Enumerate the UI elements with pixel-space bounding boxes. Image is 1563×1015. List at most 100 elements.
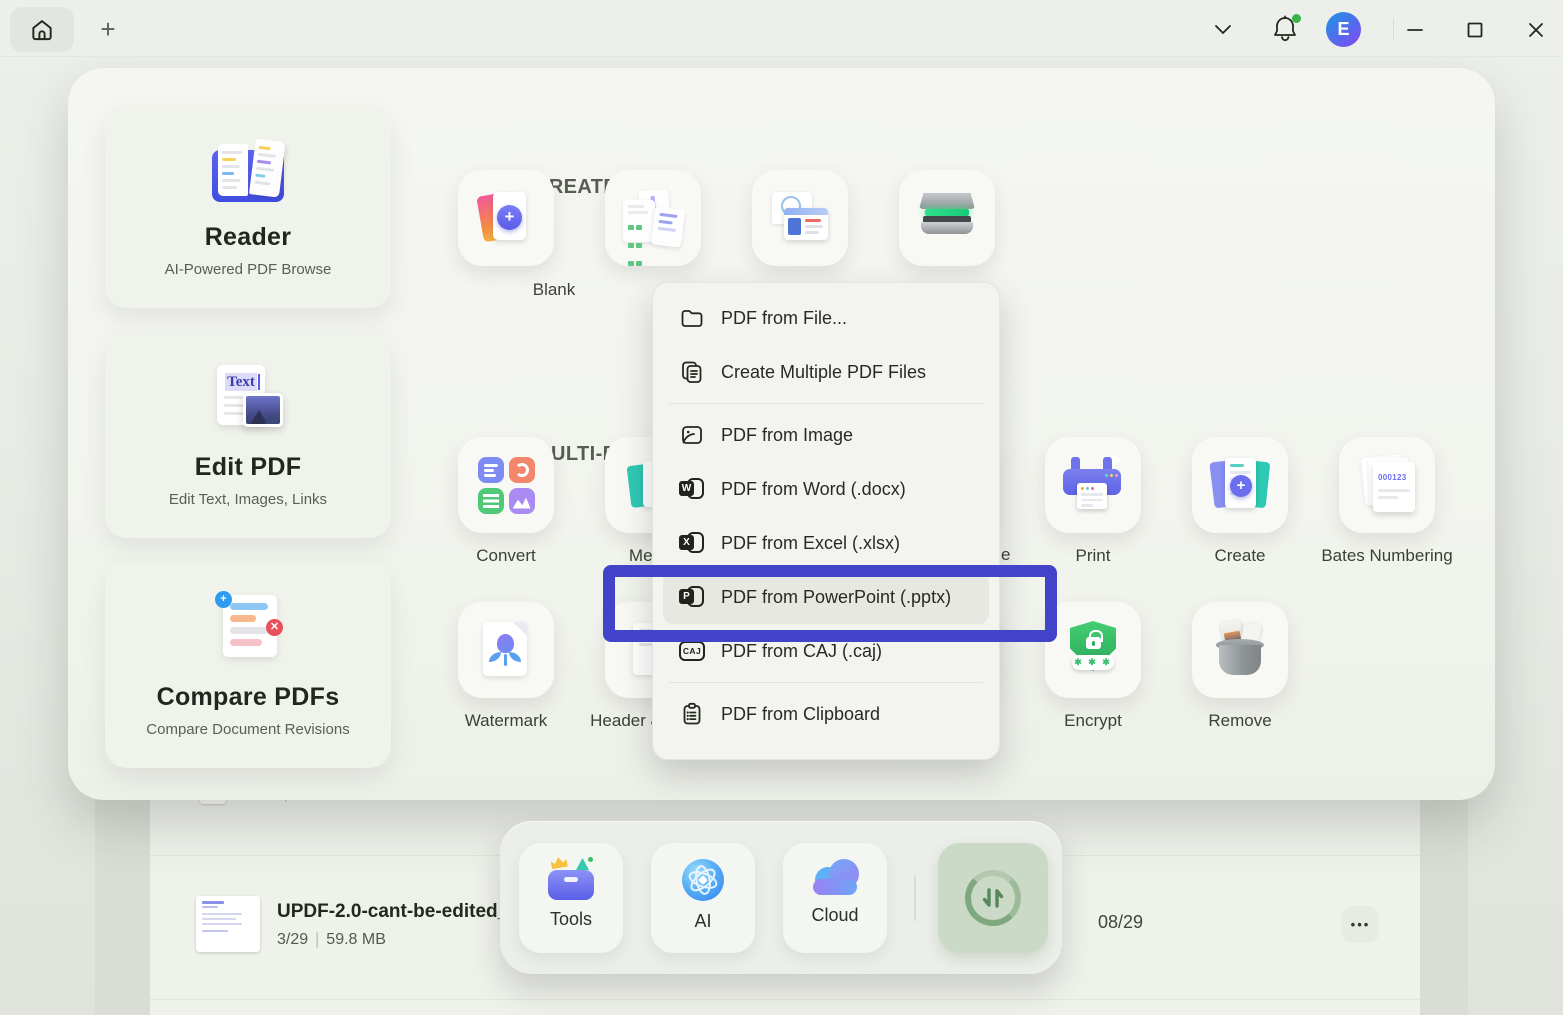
powerpoint-icon: P bbox=[679, 584, 705, 610]
create-scanner-tile[interactable] bbox=[899, 170, 995, 266]
dock-label: AI bbox=[694, 911, 711, 932]
word-icon: W bbox=[679, 476, 705, 502]
encrypt-icon: ✱ ✱ ✱ bbox=[1064, 621, 1122, 679]
recent-file-thumbnail[interactable] bbox=[196, 896, 260, 952]
more-options-button[interactable]: ••• bbox=[1342, 906, 1379, 943]
menu-item-pdf-from-file[interactable]: PDF from File... bbox=[653, 291, 999, 345]
added-pin-icon: + bbox=[215, 591, 232, 608]
minimize-icon bbox=[1405, 20, 1425, 40]
menu-item-label: PDF from Image bbox=[721, 425, 853, 446]
folder-icon bbox=[679, 305, 705, 331]
op-convert-tile[interactable] bbox=[458, 437, 554, 533]
maximize-icon bbox=[1465, 20, 1485, 40]
card-title: Reader bbox=[105, 223, 391, 252]
excel-icon: X bbox=[679, 530, 705, 556]
caj-icon: CAJ bbox=[679, 638, 705, 664]
tools-icon bbox=[547, 857, 595, 901]
op-watermark-tile[interactable] bbox=[458, 602, 554, 698]
menu-item-label: PDF from CAJ (.caj) bbox=[721, 641, 882, 662]
bottom-dock: Tools AI Cloud bbox=[500, 821, 1062, 974]
clipboard-icon bbox=[679, 701, 705, 727]
list-divider bbox=[150, 999, 1420, 1000]
chevron-down-icon bbox=[1212, 22, 1234, 36]
reader-book-icon bbox=[210, 138, 286, 204]
avatar[interactable]: E bbox=[1326, 12, 1361, 47]
dock-cloud-button[interactable]: Cloud bbox=[783, 843, 887, 953]
close-button[interactable] bbox=[1522, 17, 1550, 43]
menu-item-pdf-from-image[interactable]: PDF from Image bbox=[653, 408, 999, 462]
create-icon: + bbox=[1210, 457, 1270, 513]
removed-pin-icon: ✕ bbox=[266, 619, 283, 636]
cloud-icon bbox=[809, 857, 861, 897]
card-subtitle: Compare Document Revisions bbox=[105, 721, 391, 738]
menu-item-label: PDF from Clipboard bbox=[721, 704, 880, 725]
home-tab[interactable] bbox=[10, 7, 74, 52]
dropdown-chevron-button[interactable] bbox=[1208, 16, 1238, 42]
convert-icon bbox=[478, 457, 535, 514]
background-strip-left bbox=[95, 765, 150, 1015]
compare-pdfs-icon: + ✕ bbox=[215, 591, 285, 663]
remove-icon bbox=[1212, 621, 1268, 679]
compare-pdfs-card[interactable]: + ✕ Compare PDFs Compare Document Revisi… bbox=[105, 563, 391, 768]
op-encrypt-tile[interactable]: ✱ ✱ ✱ bbox=[1045, 602, 1141, 698]
recent-file-name[interactable]: UPDF-2.0-cant-be-edited_0 bbox=[277, 901, 519, 923]
dock-label: Cloud bbox=[811, 905, 858, 926]
dock-tools-button[interactable]: Tools bbox=[519, 843, 623, 953]
sync-button[interactable] bbox=[938, 843, 1048, 953]
op-create-tile[interactable]: + bbox=[1192, 437, 1288, 533]
op-remove-tile[interactable] bbox=[1192, 602, 1288, 698]
title-bar: + E bbox=[0, 0, 1563, 57]
others-pdf-icon bbox=[623, 190, 683, 246]
background-strip-right bbox=[1420, 765, 1468, 1015]
create-id-card-tile[interactable] bbox=[752, 170, 848, 266]
dock-label: Tools bbox=[550, 909, 592, 930]
menu-item-pdf-from-powerpoint[interactable]: P PDF from PowerPoint (.pptx) bbox=[663, 570, 989, 624]
bates-numbering-icon: 000123 bbox=[1357, 456, 1417, 514]
id-card-icon bbox=[770, 192, 830, 244]
menu-item-label: PDF from File... bbox=[721, 308, 847, 329]
menu-item-label: Create Multiple PDF Files bbox=[721, 362, 926, 383]
titlebar-separator bbox=[1393, 18, 1394, 40]
dock-ai-button[interactable]: AI bbox=[651, 843, 755, 953]
print-icon bbox=[1063, 457, 1123, 513]
create-pdf-dropdown-menu: PDF from File... Create Multiple PDF Fil… bbox=[652, 282, 1000, 760]
menu-item-pdf-from-excel[interactable]: X PDF from Excel (.xlsx) bbox=[653, 516, 999, 570]
maximize-button[interactable] bbox=[1462, 17, 1488, 43]
ai-icon bbox=[680, 857, 726, 903]
menu-item-create-multiple[interactable]: Create Multiple PDF Files bbox=[653, 345, 999, 399]
menu-item-label: PDF from Word (.docx) bbox=[721, 479, 906, 500]
menu-item-label: PDF from Excel (.xlsx) bbox=[721, 533, 900, 554]
menu-item-pdf-from-word[interactable]: W PDF from Word (.docx) bbox=[653, 462, 999, 516]
op-print-tile[interactable] bbox=[1045, 437, 1141, 533]
card-title: Compare PDFs bbox=[105, 683, 391, 712]
minimize-button[interactable] bbox=[1402, 17, 1428, 43]
op-label-bates: Bates Numbering bbox=[1287, 546, 1487, 568]
notification-dot bbox=[1292, 14, 1301, 23]
menu-divider bbox=[669, 682, 983, 683]
image-icon bbox=[679, 422, 705, 448]
edit-pdf-card[interactable]: Text Edit PDF Edit Text, Images, Links bbox=[105, 335, 391, 538]
watermark-icon bbox=[481, 622, 531, 678]
multiple-files-icon bbox=[679, 359, 705, 385]
edit-pdf-icon: Text bbox=[213, 365, 285, 433]
notifications-button[interactable] bbox=[1268, 12, 1302, 46]
menu-item-pdf-from-caj[interactable]: CAJ PDF from CAJ (.caj) bbox=[653, 624, 999, 678]
op-bates-tile[interactable]: 000123 bbox=[1339, 437, 1435, 533]
menu-item-pdf-from-clipboard[interactable]: PDF from Clipboard bbox=[653, 687, 999, 741]
create-blank-tile[interactable]: + bbox=[458, 170, 554, 266]
menu-divider bbox=[669, 403, 983, 404]
blank-pdf-icon: + bbox=[480, 190, 532, 246]
recent-file-meta: 3/29|59.8 MB bbox=[277, 931, 386, 949]
op-label-remove: Remove bbox=[1140, 711, 1340, 733]
sync-icon bbox=[965, 870, 1021, 926]
card-subtitle: Edit Text, Images, Links bbox=[105, 491, 391, 508]
home-icon bbox=[29, 17, 55, 43]
create-others-tile[interactable] bbox=[605, 170, 701, 266]
scanner-icon bbox=[915, 191, 979, 245]
new-tab-button[interactable]: + bbox=[94, 16, 122, 44]
recent-file-date: 08/29 bbox=[1098, 912, 1143, 933]
menu-item-label: PDF from PowerPoint (.pptx) bbox=[721, 587, 951, 608]
reader-card[interactable]: Reader AI-Powered PDF Browse bbox=[105, 105, 391, 308]
card-subtitle: AI-Powered PDF Browse bbox=[105, 261, 391, 278]
card-title: Edit PDF bbox=[105, 453, 391, 482]
